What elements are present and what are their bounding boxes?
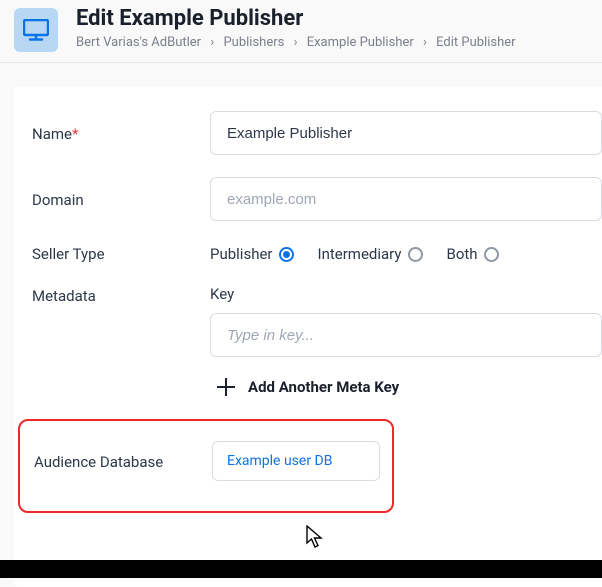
breadcrumb-item[interactable]: Example Publisher: [307, 35, 414, 50]
audience-db-select[interactable]: Example user DB: [212, 441, 380, 481]
name-label: Name*: [32, 123, 210, 143]
row-domain: Domain: [32, 177, 602, 221]
add-meta-key-button[interactable]: Add Another Meta Key: [216, 377, 602, 397]
domain-label: Domain: [32, 189, 210, 209]
metadata-key-input[interactable]: [210, 313, 602, 357]
plus-icon: [216, 377, 236, 397]
chevron-right-icon: ›: [210, 35, 214, 50]
radio-dot-icon: [408, 247, 423, 262]
breadcrumb-item[interactable]: Bert Varias's AdButler: [76, 35, 201, 50]
metadata-key-label: Key: [210, 285, 602, 303]
radio-dot-icon: [484, 247, 499, 262]
row-seller-type: Seller Type Publisher Intermediary Both: [32, 243, 602, 263]
page-header: Edit Example Publisher Bert Varias's AdB…: [0, 0, 602, 63]
radio-dot-icon: [279, 247, 294, 262]
bottom-strip: [0, 560, 602, 578]
publisher-icon: [14, 8, 58, 52]
seller-type-label: Seller Type: [32, 243, 210, 263]
monitor-icon: [23, 19, 49, 41]
seller-type-radio-group: Publisher Intermediary Both: [210, 243, 602, 263]
page-title: Edit Example Publisher: [76, 6, 588, 31]
audience-db-highlight: Audience Database Example user DB: [18, 419, 394, 513]
metadata-label: Metadata: [32, 285, 210, 305]
audience-db-label: Audience Database: [34, 451, 212, 471]
breadcrumb-item[interactable]: Publishers: [223, 35, 284, 50]
breadcrumb: Bert Varias's AdButler › Publishers › Ex…: [76, 35, 588, 50]
row-name: Name*: [32, 111, 602, 155]
chevron-right-icon: ›: [294, 35, 298, 50]
radio-publisher[interactable]: Publisher: [210, 245, 294, 263]
chevron-right-icon: ›: [423, 35, 427, 50]
row-metadata: Metadata Key Add Another Meta Key: [32, 285, 602, 397]
name-input[interactable]: [210, 111, 602, 155]
form-panel: Name* Domain Seller Type Publisher Inter…: [14, 87, 602, 587]
radio-intermediary[interactable]: Intermediary: [318, 245, 423, 263]
breadcrumb-item: Edit Publisher: [436, 35, 515, 50]
domain-input[interactable]: [210, 177, 602, 221]
row-audience-db: Audience Database Example user DB: [34, 441, 378, 481]
radio-both[interactable]: Both: [447, 245, 499, 263]
